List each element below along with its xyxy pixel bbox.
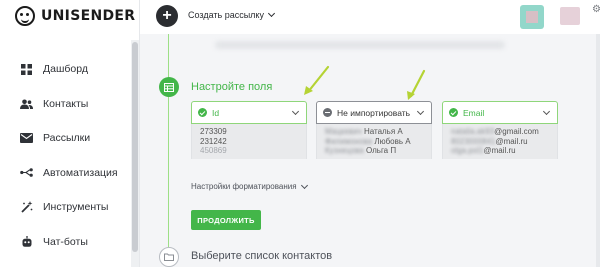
sidebar-item-contacts[interactable]: Контакты: [0, 87, 132, 122]
top-header: + Создать рассылку ⚙: [140, 0, 600, 34]
minus-circle-icon: [323, 108, 332, 117]
continue-button[interactable]: ПРОДОЛЖИТЬ: [191, 210, 261, 230]
column-preview: 273309 231242 450869: [191, 124, 307, 159]
preview-value: Ольга П: [365, 146, 397, 155]
sidebar-item-campaigns[interactable]: Рассылки: [0, 121, 132, 156]
preview-value-row: Мацкевич Наталья А: [325, 127, 403, 136]
preview-value: @gmail.com: [494, 127, 539, 136]
contacts-icon: [20, 97, 33, 110]
table-icon: [159, 77, 179, 97]
preview-value-row: olga.pol1@mail.ru: [451, 146, 516, 155]
tools-icon: [20, 201, 33, 214]
bot-icon: [20, 235, 33, 248]
sidebar-nav: Дашборд Контакты Рассылки Автоматизация: [0, 52, 132, 259]
main-content: Настройте поля Id 273309 231242 450869 Н…: [140, 34, 600, 267]
sidebar-item-tools[interactable]: Инструменты: [0, 190, 132, 225]
field-select-id[interactable]: Id: [191, 101, 307, 124]
sidebar-item-label: Инструменты: [43, 201, 109, 214]
column-card-email: Email natalia.ak93@gmail.com 8023000841@…: [442, 101, 558, 195]
field-select-skip[interactable]: Не импортировать: [316, 101, 432, 124]
column-preview: Мацкевич Наталья А Филимонова Любовь А К…: [316, 124, 432, 159]
preview-value: Любовь А: [374, 136, 411, 146]
preview-value-row: Кузнецова Ольга П: [325, 146, 397, 155]
create-campaign-plus-button[interactable]: +: [156, 5, 178, 27]
blurred-file-info: [215, 41, 505, 49]
step-title-select-list: Выберите список контактов: [191, 250, 333, 262]
gear-icon[interactable]: ⚙: [592, 4, 600, 15]
preview-value-row: natalia.ak93@gmail.com: [451, 127, 539, 136]
logo-text: UNISENDER: [41, 8, 136, 24]
column-card-skip: Не импортировать Мацкевич Наталья А Фили…: [316, 101, 432, 195]
logo[interactable]: UNISENDER: [15, 6, 135, 26]
chevron-down-icon: [416, 107, 425, 115]
chevron-down-icon: [291, 107, 300, 115]
account-avatar[interactable]: [520, 5, 544, 29]
check-circle-icon: [198, 108, 207, 117]
step-title-configure-fields: Настройте поля: [191, 81, 273, 93]
field-select-email[interactable]: Email: [442, 101, 558, 124]
annotation-arrow-icon: [304, 65, 330, 95]
preview-value: 231242: [200, 136, 227, 146]
dashboard-icon: [20, 63, 33, 76]
preview-value: @mail.ru: [483, 146, 516, 155]
preview-value-row: Филимонова Любовь А: [325, 136, 411, 146]
logo-mascot-icon: [15, 6, 35, 26]
sidebar-item-label: Контакты: [43, 97, 89, 110]
preview-value: @mail.ru: [495, 136, 528, 146]
sidebar-item-dashboard[interactable]: Дашборд: [0, 52, 132, 87]
sidebar-item-label: Автоматизация: [43, 166, 118, 179]
check-circle-icon: [449, 108, 458, 117]
sidebar-item-label: Дашборд: [43, 63, 88, 76]
sidebar-scrollbar-thumb[interactable]: [132, 42, 138, 252]
preview-value: 273309: [200, 127, 227, 136]
sidebar: UNISENDER Дашборд Контакты Рассылки Авто…: [0, 0, 140, 267]
formatting-settings-label: Настройки форматирования: [191, 182, 297, 191]
formatting-settings-toggle[interactable]: Настройки форматирования: [191, 181, 308, 191]
create-campaign-dropdown[interactable]: Создать рассылку: [188, 9, 276, 20]
folder-icon: [159, 247, 179, 267]
column-preview: natalia.ak93@gmail.com 8023000841@mail.r…: [442, 124, 558, 159]
automation-icon: [20, 166, 33, 179]
chevron-down-icon: [542, 107, 551, 115]
app-window: UNISENDER Дашборд Контакты Рассылки Авто…: [0, 0, 600, 267]
chevron-down-icon: [267, 9, 276, 18]
column-card-id: Id 273309 231242 450869: [191, 101, 307, 195]
timeline-line: [168, 34, 169, 267]
chevron-down-icon: [300, 181, 308, 189]
preview-value: 450869: [200, 146, 227, 155]
sidebar-item-chatbots[interactable]: Чат-боты: [0, 225, 132, 260]
sidebar-item-label: Чат-боты: [43, 235, 88, 248]
preview-value-row: 8023000841@mail.ru: [451, 136, 528, 146]
field-select-label: Не импортировать: [337, 107, 411, 118]
mail-icon: [20, 132, 33, 145]
create-campaign-label: Создать рассылку: [188, 10, 264, 20]
annotation-arrow-icon: [407, 69, 426, 100]
sidebar-item-label: Рассылки: [43, 132, 91, 145]
field-select-label: Id: [212, 107, 220, 118]
sidebar-item-automation[interactable]: Автоматизация: [0, 156, 132, 191]
page-scrollbar[interactable]: [596, 34, 600, 267]
field-select-label: Email: [463, 107, 485, 118]
preview-value: Наталья А: [363, 127, 403, 136]
user-avatar[interactable]: [560, 7, 580, 25]
